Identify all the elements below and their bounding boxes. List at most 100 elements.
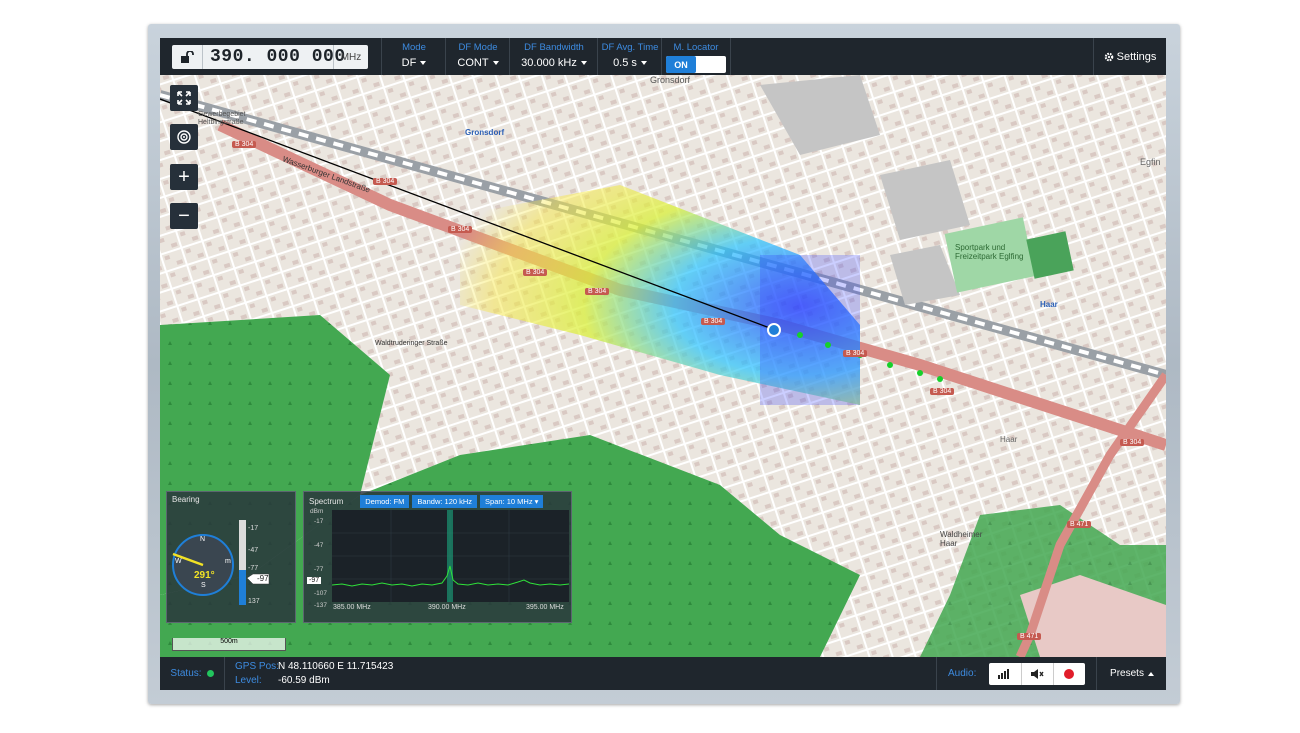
level-value: -60.59 dBm	[278, 675, 330, 686]
mode-label: Mode	[402, 42, 426, 53]
gps-value: N 48.110660 E 11.715423	[278, 661, 394, 672]
map-view[interactable]: Gronsdorf Gronsdorf Egfin Sportpark und …	[160, 75, 1166, 657]
level-tick: -17	[248, 525, 259, 532]
road-shield: B 304	[1120, 439, 1145, 446]
spectrum-x-tick: 385.00 MHz	[333, 604, 371, 611]
record-icon	[1064, 669, 1074, 679]
m-locator: M. Locator ON	[661, 38, 731, 75]
df-bandwidth-value: 30.000 kHz	[521, 57, 577, 69]
audio-controls	[989, 663, 1085, 685]
spectrum-y-tick: -47	[314, 542, 324, 549]
compass-n: N	[200, 536, 206, 543]
bandwidth-chip[interactable]: Bandw: 120 kHz	[412, 495, 478, 508]
road-shield: B 304	[930, 388, 955, 395]
audio-label: Audio:	[948, 668, 977, 679]
minus-icon: −	[178, 204, 190, 227]
df-mode-label: DF Mode	[458, 42, 498, 53]
gear-icon	[1104, 52, 1113, 61]
signal-bars-icon	[998, 669, 1009, 679]
span-chip[interactable]: Span: 10 MHz ▾	[480, 495, 544, 508]
spectrum-panel: Spectrum Demod: FM Bandw: 120 kHz Span: …	[303, 491, 572, 623]
bearing-compass	[172, 520, 270, 605]
df-mode-value: CONT	[457, 57, 489, 69]
vehicle-location-icon[interactable]	[767, 323, 781, 337]
status-ok-icon	[206, 670, 214, 677]
zoom-in-button[interactable]: +	[170, 164, 198, 190]
spectrum-unit: dBm	[310, 508, 324, 515]
map-label: Haar	[1000, 435, 1018, 444]
caret-down-icon	[492, 61, 499, 66]
status-bar: Status: GPS Pos: N 48.110660 E 11.715423…	[160, 657, 1166, 690]
spectrum-header: Spectrum Demod: FM Bandw: 120 kHz Span: …	[304, 492, 571, 511]
map-label: Gewerbegebiet Heltbingstraße	[198, 111, 246, 126]
spectrum-y-tick: -107	[314, 590, 328, 597]
caret-down-icon	[420, 61, 427, 66]
level-tick: 137	[248, 598, 260, 605]
locate-button[interactable]	[170, 124, 198, 150]
road-shield: B 304	[373, 178, 398, 185]
road-shield: B 304	[448, 226, 473, 233]
caret-up-icon	[1147, 671, 1154, 676]
map-label: Haar	[1040, 300, 1058, 309]
road-shield: B 304	[701, 318, 726, 325]
zoom-out-button[interactable]: −	[170, 203, 198, 229]
spectrum-y-tick: -137	[314, 602, 328, 609]
mute-button[interactable]	[1021, 663, 1054, 685]
df-avg-time-value: 0.5 s	[613, 57, 637, 69]
caret-down-icon	[580, 61, 587, 66]
spectrum-x-tick: 395.00 MHz	[526, 604, 564, 611]
fullscreen-button[interactable]	[170, 85, 198, 111]
gps-label: GPS Pos:	[235, 661, 279, 672]
level-label: Level:	[235, 675, 262, 686]
spectrum-x-tick: 390.00 MHz	[428, 604, 466, 611]
road-shield: B 471	[1017, 633, 1042, 640]
frequency-unit: MHz	[333, 45, 368, 69]
spectrum-plot[interactable]	[332, 510, 569, 602]
spectrum-y-tick: -17	[314, 518, 324, 525]
df-avg-time-dropdown[interactable]: DF Avg. Time 0.5 s	[597, 38, 662, 75]
plus-icon: +	[178, 165, 190, 188]
road-shield: B 304	[523, 269, 548, 276]
span-chip-label: Span: 10 MHz	[485, 497, 533, 506]
map-scale-label: 500m	[220, 638, 238, 645]
m-locator-toggle[interactable]: ON	[666, 56, 726, 73]
caret-down-icon	[640, 61, 647, 66]
df-mode-dropdown[interactable]: DF Mode CONT	[445, 38, 510, 75]
road-shield: B 304	[232, 141, 257, 148]
status-label: Status:	[170, 668, 202, 679]
mode-dropdown[interactable]: Mode DF	[381, 38, 446, 75]
mode-value: DF	[401, 57, 417, 69]
m-locator-label: M. Locator	[673, 42, 719, 53]
toggle-on-label: ON	[666, 56, 696, 73]
df-bandwidth-dropdown[interactable]: DF Bandwidth 30.000 kHz	[509, 38, 598, 75]
compass-e: m	[225, 558, 231, 565]
level-marker: -97	[257, 574, 269, 583]
demod-chip[interactable]: Demod: FM	[360, 495, 410, 508]
map-label: Waldheimer Haar	[940, 530, 983, 548]
target-icon	[177, 130, 191, 144]
presets-label: Presets	[1110, 668, 1144, 679]
road-shield: B 471	[1067, 521, 1092, 528]
level-tick: -77	[248, 565, 259, 572]
spectrum-title: Spectrum	[309, 497, 344, 506]
record-button[interactable]	[1053, 663, 1085, 685]
road-shield: B 304	[843, 350, 868, 357]
app-screen: 390. 000 000 MHz Mode DF DF Mode CONT DF…	[160, 38, 1166, 690]
frequency-input[interactable]: 390. 000 000 MHz	[172, 45, 368, 69]
map-scale: 500m	[172, 638, 286, 651]
bearing-panel: Bearing N S W m 291° -17 -47 -77 -97 137	[166, 491, 296, 623]
compass-w: W	[175, 558, 182, 565]
presets-button[interactable]: Presets	[1096, 657, 1166, 690]
frequency-value[interactable]: 390. 000 000	[210, 47, 346, 67]
map-label: Egfin	[1140, 157, 1161, 167]
compass-s: S	[201, 582, 206, 589]
top-toolbar: 390. 000 000 MHz Mode DF DF Mode CONT DF…	[160, 38, 1166, 75]
signal-strength-button[interactable]	[989, 663, 1022, 685]
status-section: Status:	[160, 657, 225, 690]
fullscreen-icon	[177, 91, 191, 105]
map-label: Sportpark und Freizeitpark Eglfing	[955, 243, 1024, 261]
lock-icon[interactable]	[172, 45, 203, 69]
road-shield: B 304	[585, 288, 610, 295]
settings-button[interactable]: Settings	[1093, 38, 1166, 75]
level-tick: -47	[248, 547, 259, 554]
